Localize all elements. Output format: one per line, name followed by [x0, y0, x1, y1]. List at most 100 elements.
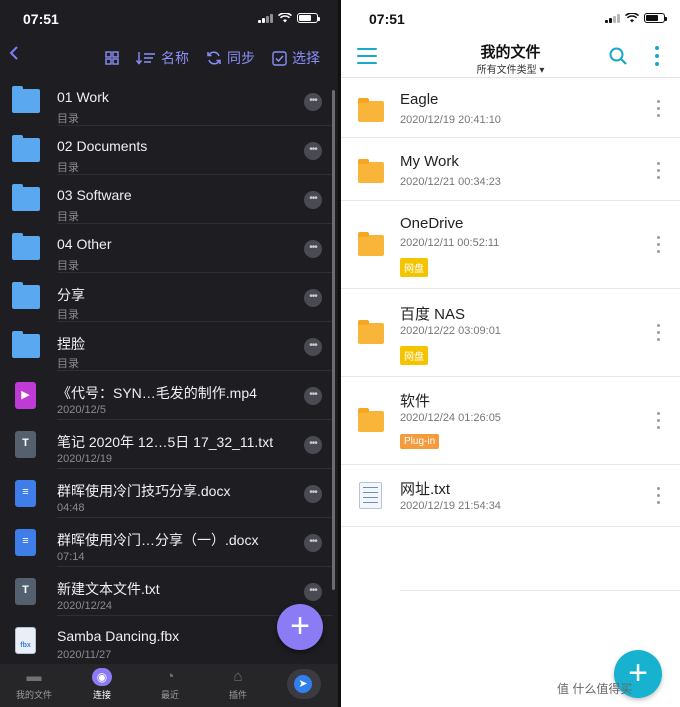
more-icon[interactable] [657, 324, 661, 345]
more-options-button[interactable] [655, 46, 661, 70]
item-sub: 目录 [57, 358, 79, 370]
list-item[interactable]: ▶ 《代号：SYN…毛发的制作.mp4 2020/12/5 ••• [0, 371, 332, 420]
chevron-left-icon [9, 46, 18, 60]
status-bar: 07:51 [341, 0, 680, 36]
battery-icon [297, 13, 320, 23]
sort-label: 名称 [161, 50, 189, 66]
item-name: My Work [400, 153, 459, 170]
item-sub: 目录 [57, 260, 79, 272]
item-name: 百度 NAS [400, 306, 466, 323]
list-item[interactable]: OneDrive 2020/12/11 00:52:11 网盘 [341, 201, 680, 289]
signal-icon [605, 13, 620, 23]
item-name: 网址.txt [400, 481, 451, 498]
more-icon[interactable]: ••• [304, 142, 322, 160]
list-item[interactable]: T 新建文本文件.txt 2020/12/24 ••• [0, 567, 332, 616]
item-date: 2020/12/22 03:09:01 [400, 325, 501, 337]
item-sub: 2020/12/19 [57, 453, 113, 465]
item-name: Samba Dancing.fbx [57, 628, 180, 644]
list-item[interactable]: T 笔记 2020年 12…5日 17_32_11.txt 2020/12/19 ••… [0, 420, 332, 469]
more-icon[interactable]: ••• [304, 534, 322, 552]
more-icon[interactable]: ••• [304, 240, 322, 258]
folder-icon [12, 233, 40, 260]
item-sub: 2020/12/5 [57, 404, 106, 416]
scrollbar[interactable] [332, 90, 335, 590]
list-item[interactable]: 03 Software 目录 ••• [0, 175, 332, 224]
item-sub: 04:48 [57, 502, 85, 514]
search-icon[interactable] [608, 46, 628, 66]
item-sub: 目录 [57, 211, 79, 223]
status-bar: 07:51 [0, 0, 338, 36]
folder-icon [358, 320, 384, 344]
list-item[interactable]: 网址.txt 2020/12/19 21:54:34 [341, 465, 680, 527]
checkbox-icon [272, 50, 287, 66]
more-icon[interactable] [657, 412, 661, 433]
clock-icon: ◔ [165, 668, 175, 685]
list-item[interactable]: 02 Documents 目录 ••• [0, 126, 332, 175]
signal-icon [258, 13, 273, 23]
list-item[interactable]: My Work 2020/12/21 00:34:23 [341, 138, 680, 201]
list-item[interactable]: 捏脸 目录 ••• [0, 322, 332, 371]
folder-icon [12, 331, 40, 358]
more-icon[interactable]: ••• [304, 338, 322, 356]
more-icon[interactable] [657, 100, 661, 121]
item-date: 2020/12/11 00:52:11 [400, 237, 500, 249]
more-icon[interactable] [657, 487, 661, 508]
tab-plugins[interactable]: ⌂ 插件 [204, 664, 272, 707]
toolbar: 名称 同步 选择 [0, 40, 338, 74]
grid-view-button[interactable] [105, 48, 119, 68]
list-item[interactable]: 软件 2020/12/24 01:26:05 Plug-in [341, 377, 680, 465]
back-button[interactable] [8, 44, 20, 67]
tab-label: 连接 [92, 690, 111, 700]
more-icon[interactable]: ••• [304, 436, 322, 454]
file-list: Eagle 2020/12/19 20:41:10 My Work 2020/1… [341, 79, 680, 527]
text-file-icon [359, 482, 382, 509]
item-name: 04 Other [57, 236, 112, 252]
status-time: 07:51 [23, 11, 59, 27]
video-file-icon: ▶ [15, 382, 36, 409]
list-item[interactable]: ≡ 群晖使用冷门技巧分享.docx 04:48 ••• [0, 469, 332, 518]
more-icon[interactable]: ••• [304, 191, 322, 209]
file-type-filter[interactable]: 所有文件类型 ▾ [341, 61, 680, 76]
item-name: 03 Software [57, 187, 132, 203]
item-sub: 目录 [57, 309, 79, 321]
compass-button[interactable]: ➤ [287, 669, 321, 699]
sort-button[interactable]: 名称 [136, 48, 189, 68]
list-item[interactable]: Eagle 2020/12/19 20:41:10 [341, 79, 680, 138]
list-item[interactable]: 01 Work 目录 ••• [0, 77, 332, 126]
more-icon[interactable]: ••• [304, 583, 322, 601]
status-time: 07:51 [369, 11, 405, 27]
sync-button[interactable]: 同步 [206, 48, 255, 68]
more-icon[interactable]: ••• [304, 387, 322, 405]
list-item[interactable]: 百度 NAS 2020/12/22 03:09:01 网盘 [341, 289, 680, 377]
more-icon[interactable] [657, 162, 661, 183]
more-icon[interactable]: ••• [304, 93, 322, 111]
more-icon[interactable] [657, 236, 661, 257]
divider [400, 590, 680, 591]
item-sub: 2020/12/24 [57, 600, 113, 612]
battery-icon [644, 13, 667, 23]
list-item[interactable]: ≡ 群晖使用冷门…分享（一）.docx 07:14 ••• [0, 518, 332, 567]
add-button[interactable]: + [277, 604, 323, 650]
more-icon[interactable]: ••• [304, 485, 322, 503]
list-item[interactable]: 04 Other 目录 ••• [0, 224, 332, 273]
document-file-icon: ≡ [15, 480, 36, 507]
more-icon[interactable]: ••• [304, 289, 322, 307]
tab-recent[interactable]: ◔ 最近 [136, 664, 204, 707]
folder-icon [358, 232, 384, 256]
tab-label: 我的文件 [15, 690, 52, 700]
item-name: 分享 [57, 287, 85, 303]
list-item[interactable]: 分享目录 ••• [0, 273, 332, 322]
folder-icon [12, 282, 40, 309]
tag-badge: 网盘 [400, 346, 428, 365]
select-button[interactable]: 选择 [272, 48, 320, 68]
text-file-icon: T [15, 431, 36, 458]
sort-icon [136, 52, 155, 65]
item-name: 笔记 2020年 12…5日 17_32_11.txt [57, 434, 274, 450]
folder-icon [358, 98, 384, 122]
item-sub: 2020/11/27 [57, 649, 112, 661]
tab-my-files[interactable]: ▬ 我的文件 [0, 664, 68, 707]
item-sub: 目录 [57, 162, 79, 174]
item-date: 2020/12/19 21:54:34 [400, 500, 501, 512]
left-phone-screen: 07:51 名称 同步 选择 01 Work 目录 ••• 02 Documen… [0, 0, 338, 707]
tab-connect[interactable]: ◉ 连接 [68, 664, 136, 707]
